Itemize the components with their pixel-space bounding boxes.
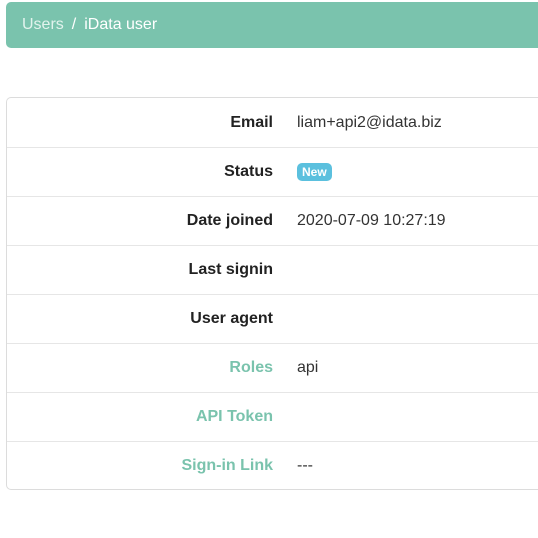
roles-value: api — [297, 359, 319, 376]
roles-link[interactable]: Roles — [7, 359, 273, 377]
detail-row-status: Status New — [7, 147, 538, 196]
detail-row-api-token: API Token — [7, 392, 538, 441]
signin-link-link[interactable]: Sign-in Link — [7, 457, 273, 475]
signin-link-value: --- — [297, 457, 313, 474]
date-joined-label: Date joined — [186, 212, 273, 229]
api-token-link[interactable]: API Token — [7, 408, 273, 426]
status-label: Status — [224, 163, 273, 180]
detail-row-last-signin: Last signin — [7, 245, 538, 294]
detail-row-user-agent: User agent — [7, 294, 538, 343]
user-agent-label: User agent — [190, 310, 273, 327]
breadcrumb-current: iData user — [84, 16, 158, 33]
breadcrumb-users-link[interactable]: Users — [22, 16, 64, 34]
user-detail-card: Email liam+api2@idata.biz Status New Dat… — [6, 97, 538, 490]
email-value: liam+api2@idata.biz — [297, 113, 442, 131]
email-label: Email — [230, 113, 273, 131]
detail-row-signin-link: Sign-in Link --- — [7, 441, 538, 490]
breadcrumb-separator: / — [71, 16, 77, 33]
status-badge: New — [297, 162, 332, 181]
breadcrumb: Users / iData user — [6, 2, 538, 48]
detail-row-roles: Roles api — [7, 343, 538, 392]
detail-row-email: Email liam+api2@idata.biz — [7, 98, 538, 147]
detail-row-date-joined: Date joined 2020-07-09 10:27:19 — [7, 196, 538, 245]
date-joined-value: 2020-07-09 10:27:19 — [297, 212, 446, 229]
last-signin-label: Last signin — [188, 261, 273, 278]
status-value: New — [297, 162, 332, 181]
